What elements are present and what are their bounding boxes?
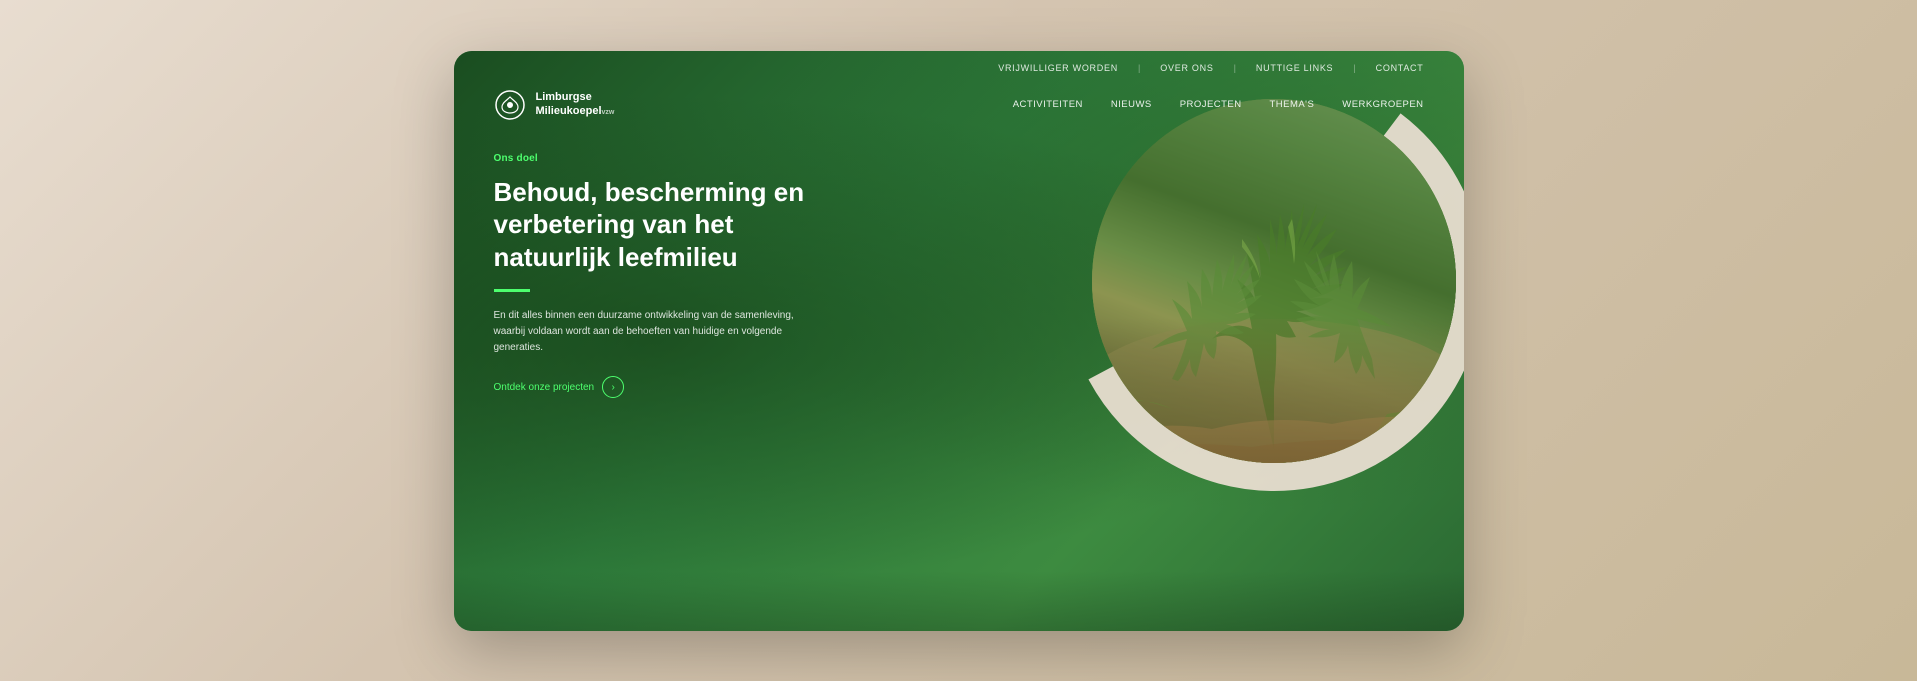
nav-nieuws[interactable]: NIEUWS [1111, 99, 1152, 110]
nav-werkgroepen[interactable]: WERKGROEPEN [1342, 99, 1423, 110]
ons-doel-label: Ons doel [494, 153, 834, 164]
nav-vrijwilliger[interactable]: VRIJWILLIGER WORDEN [998, 63, 1118, 73]
nav-contact[interactable]: CONTACT [1376, 63, 1424, 73]
hero-section: Ons doel Behoud, bescherming en verbeter… [454, 133, 874, 399]
nav-sep-1: | [1138, 63, 1140, 73]
hero-cta[interactable]: Ontdek onze projecten › [494, 376, 834, 398]
logo-text: Limburgse Milieukoepelvzw [536, 91, 615, 117]
logo[interactable]: Limburgse Milieukoepelvzw [494, 89, 615, 121]
logo-icon [494, 89, 526, 121]
fern-svg [1092, 99, 1456, 463]
browser-window: VRIJWILLIGER WORDEN | OVER ONS | NUTTIGE… [454, 51, 1464, 631]
main-nav: Limburgse Milieukoepelvzw ACTIVITEITEN N… [454, 81, 1464, 133]
circle-decoration [1064, 71, 1464, 491]
cta-text: Ontdek onze projecten [494, 382, 595, 393]
nav-activiteiten[interactable]: ACTIVITEITEN [1013, 99, 1083, 110]
logo-line2: Milieukoepelvzw [536, 105, 615, 118]
logo-line1: Limburgse [536, 91, 615, 104]
hero-description: En dit alles binnen een duurzame ontwikk… [494, 308, 814, 356]
nav-projecten[interactable]: PROJECTEN [1180, 99, 1242, 110]
nav-themas[interactable]: THEMA'S [1270, 99, 1315, 110]
nav-sep-3: | [1353, 63, 1355, 73]
main-nav-items: ACTIVITEITEN NIEUWS PROJECTEN THEMA'S WE… [1013, 99, 1424, 110]
nav-sep-2: | [1234, 63, 1236, 73]
cta-arrow-icon: › [611, 382, 614, 393]
circle-photo [1092, 99, 1456, 463]
website-content: VRIJWILLIGER WORDEN | OVER ONS | NUTTIGE… [454, 51, 1464, 631]
nav-over-ons[interactable]: OVER ONS [1160, 63, 1213, 73]
top-utility-nav: VRIJWILLIGER WORDEN | OVER ONS | NUTTIGE… [454, 51, 1464, 81]
nav-nuttige-links[interactable]: NUTTIGE LINKS [1256, 63, 1333, 73]
hero-divider [494, 289, 530, 292]
hero-title: Behoud, bescherming en verbetering van h… [494, 176, 834, 274]
cta-button[interactable]: › [602, 376, 624, 398]
bottom-fade [454, 571, 1464, 631]
photo-simulation [1092, 99, 1456, 463]
